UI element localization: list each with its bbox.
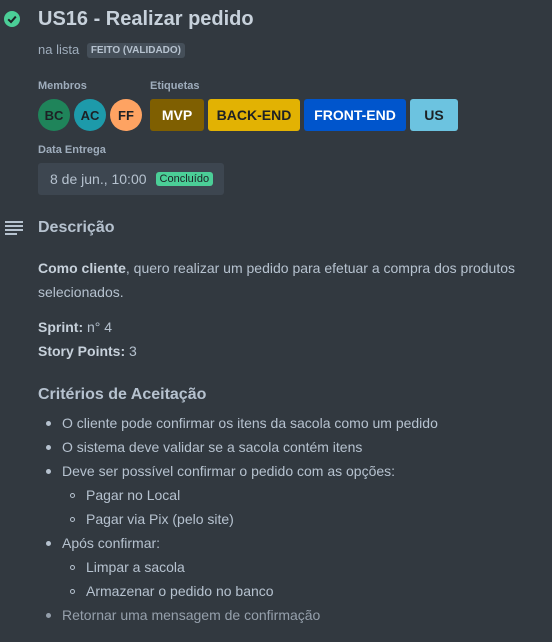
due-date-heading: Data Entrega [38, 144, 106, 156]
bullet-icon [46, 613, 51, 618]
sub-bullet-icon [70, 517, 75, 522]
description-icon [5, 221, 23, 235]
criteria-item: Deve ser possível confirmar o pedido com… [62, 463, 396, 479]
description-text[interactable]: Como cliente, quero realizar um pedido p… [38, 256, 515, 304]
criteria-subitem: Pagar via Pix (pelo site) [86, 511, 234, 527]
labels-heading: Etiquetas [150, 80, 200, 92]
list-prefix: na lista [38, 42, 80, 57]
description-heading: Descrição [38, 219, 115, 236]
story-text: , quero realizar um pedido para efetuar … [125, 260, 516, 276]
sprint-line: Sprint: n° 4 [38, 315, 112, 339]
label-us[interactable]: US [410, 99, 458, 131]
bullet-icon [46, 445, 51, 450]
due-date-text: 8 de jun., 10:00 [50, 171, 147, 187]
list-name-badge[interactable]: FEITO (VALIDADO) [86, 43, 186, 58]
story-text-continuation: selecionados. [38, 284, 124, 300]
story-points-label: Story Points: [38, 343, 126, 359]
story-points-value: 3 [125, 343, 137, 359]
sub-bullet-icon [70, 565, 75, 570]
criteria-item: O sistema deve validar se a sacola conté… [62, 439, 363, 455]
list-info: na lista FEITO (VALIDADO) [38, 42, 186, 58]
story-points-line: Story Points: 3 [38, 339, 137, 363]
criteria-item: Retornar uma mensagem de confirmação [62, 607, 321, 623]
criteria-heading: Critérios de Aceitação [38, 386, 207, 403]
bullet-icon [46, 421, 51, 426]
bullet-icon [46, 469, 51, 474]
label-front-end[interactable]: FRONT-END [304, 99, 406, 131]
due-date-button[interactable]: 8 de jun., 10:00 Concluído [38, 163, 224, 195]
criteria-subitem: Limpar a sacola [86, 559, 185, 575]
sub-bullet-icon [70, 589, 75, 594]
members-heading: Membros [38, 80, 87, 92]
criteria-subitem: Armazenar o pedido no banco [86, 583, 274, 599]
criteria-item: O cliente pode confirmar os itens da sac… [62, 415, 438, 431]
member-avatar-ff[interactable]: FF [110, 99, 142, 131]
label-mvp[interactable]: MVP [150, 99, 204, 131]
status-badge: Concluído [155, 172, 214, 186]
role-bold: Como cliente [38, 260, 126, 276]
completed-check-icon[interactable] [4, 11, 20, 27]
label-back-end[interactable]: BACK-END [208, 99, 300, 131]
member-avatar-bc[interactable]: BC [38, 99, 70, 131]
sprint-value: n° 4 [83, 319, 113, 335]
bullet-icon [46, 541, 51, 546]
criteria-item: Após confirmar: [62, 535, 161, 551]
criteria-subitem: Pagar no Local [86, 487, 181, 503]
sub-bullet-icon [70, 493, 75, 498]
member-avatar-ac[interactable]: AC [74, 99, 106, 131]
sprint-label: Sprint: [38, 319, 84, 335]
card-title[interactable]: US16 - Realizar pedido [38, 8, 254, 31]
